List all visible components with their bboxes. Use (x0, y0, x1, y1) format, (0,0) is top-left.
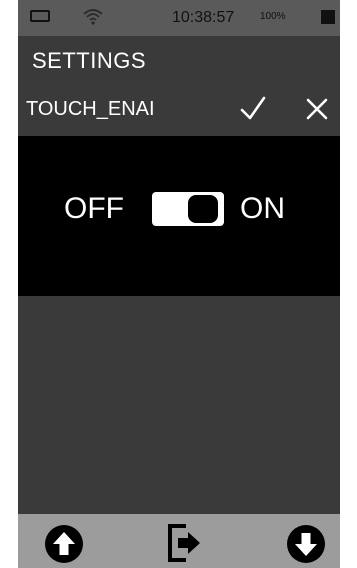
signal-block-icon (321, 10, 335, 24)
confirm-button[interactable] (236, 92, 270, 126)
toggle-knob[interactable] (188, 195, 218, 223)
wifi-icon (82, 5, 104, 27)
cancel-button[interactable] (300, 92, 334, 126)
scroll-up-button[interactable] (44, 524, 84, 564)
page-title: SETTINGS (32, 48, 147, 73)
parameter-name: TOUCH_ENAI (26, 98, 155, 120)
on-off-toggle[interactable] (152, 192, 224, 226)
off-label: OFF (64, 192, 124, 225)
scroll-down-button[interactable] (286, 524, 326, 564)
clock-time: 10:38:57 (172, 9, 235, 26)
close-icon (306, 98, 328, 120)
battery-percent: 100% (260, 11, 286, 22)
status-bar: 10:38:57 100% (18, 0, 340, 36)
device-screen: 10:38:57 100% SETTINGS TOUCH_ENAI OFF ON (18, 0, 340, 568)
exit-button[interactable] (164, 522, 204, 564)
arrow-up-circle-icon (45, 525, 83, 563)
battery-outline-icon (30, 10, 50, 22)
arrow-down-circle-icon (287, 525, 325, 563)
checkmark-icon (240, 96, 266, 120)
exit-icon (168, 524, 200, 562)
on-label: ON (240, 192, 285, 225)
content-area (18, 296, 340, 514)
